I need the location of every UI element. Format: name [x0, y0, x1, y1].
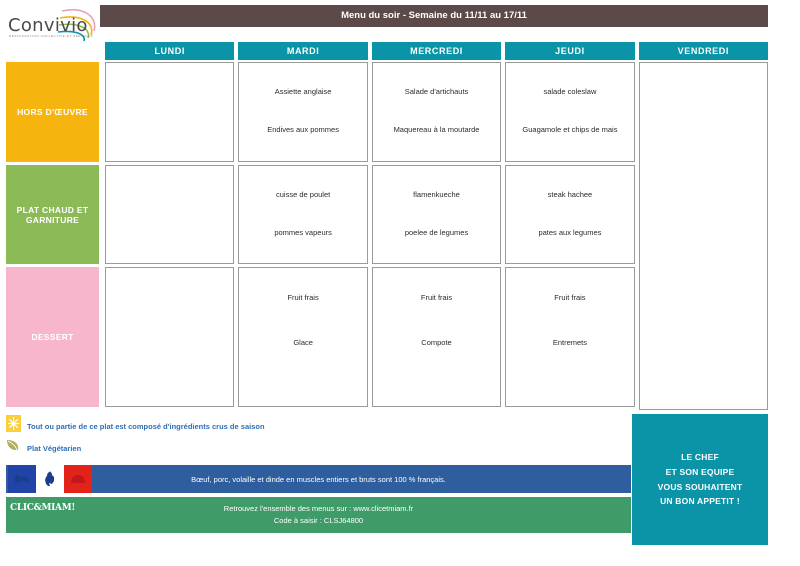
cell-lundi-hors-doeuvre[interactable] — [105, 62, 235, 162]
cell-mercredi-plat-chaud[interactable]: flamenkueche poelee de legumes — [371, 165, 502, 264]
day-column-mercredi: Salade d'artichauts Maquereau à la mouta… — [371, 62, 502, 410]
cell-jeudi-hors-doeuvre[interactable]: salade coleslaw Guagamole et chips de ma… — [505, 62, 635, 162]
sun-burst-icon — [6, 415, 21, 437]
top-strip: Convivio RESTAURATION COLLECTIVE ET SERV… — [0, 0, 800, 42]
day-column-vendredi — [638, 62, 769, 410]
chef-message-box: LE CHEF ET SON EQUIPE VOUS SOUHAITENT UN… — [632, 414, 768, 545]
day-header-mercredi: MERCREDI — [371, 42, 502, 60]
dish-text: pates aux legumes — [538, 228, 602, 237]
dish-text: salade coleslaw — [543, 87, 597, 96]
cell-mercredi-hors-doeuvre[interactable]: Salade d'artichauts Maquereau à la mouta… — [371, 62, 502, 162]
logo-wordmark: Convivio — [8, 15, 88, 36]
cell-lundi-plat-chaud[interactable] — [105, 165, 235, 264]
day-header-vendredi: VENDREDI — [638, 42, 769, 60]
french-origin-text: Bœuf, porc, volaille et dinde en muscles… — [191, 474, 446, 484]
menu-banner-title: Menu du soir - Semaine du 11/11 au 17/11 — [100, 5, 768, 27]
dish-text: pommes vapeurs — [274, 228, 332, 237]
dish-text: poelee de legumes — [404, 228, 469, 237]
convivio-logo: Convivio RESTAURATION COLLECTIVE ET SERV… — [0, 5, 100, 45]
day-column-mardi: Assiette anglaise Endives aux pommes cui… — [238, 62, 368, 410]
cell-mercredi-dessert[interactable]: Fruit frais Compote — [371, 267, 502, 407]
french-origin-bar: Bœuf, porc, volaille et dinde en muscles… — [6, 465, 631, 493]
category-hors-doeuvre: HORS D'ŒUVRE — [6, 62, 99, 162]
dish-text: Salade d'artichauts — [404, 87, 469, 96]
dish-text: flamenkueche — [413, 190, 460, 199]
cell-lundi-dessert[interactable] — [105, 267, 235, 407]
chef-line-2: ET SON EQUIPE — [665, 466, 735, 477]
footer-access-code: Code à saisir : CLSJ64800 — [273, 516, 364, 525]
menu-grid: LUNDI MARDI MERCREDI JEUDI VENDREDI HORS… — [0, 42, 800, 410]
chef-line-1: LE CHEF — [681, 451, 719, 462]
cell-jeudi-dessert[interactable]: Fruit frais Entremets — [505, 267, 635, 407]
dish-text: Fruit frais — [554, 293, 586, 302]
footer-bar: CLIC&MIAM! Retrouvez l'ensemble des menu… — [6, 497, 631, 533]
dish-text: Glace — [293, 338, 313, 347]
dish-text: Fruit frais — [420, 293, 453, 302]
menu-body: HORS D'ŒUVRE PLAT CHAUD ET GARNITURE DES… — [6, 62, 769, 410]
category-plat-chaud: PLAT CHAUD ET GARNITURE — [6, 165, 99, 264]
footer-menus-url: Retrouvez l'ensemble des menus sur : www… — [223, 504, 414, 514]
french-origin-flag-icon — [8, 465, 92, 493]
day-columns: Assiette anglaise Endives aux pommes cui… — [105, 62, 769, 410]
clic-et-miam-logo: CLIC&MIAM! — [10, 503, 76, 513]
dish-text: Compote — [421, 338, 452, 347]
chef-line-3: VOUS SOUHAITENT — [657, 481, 743, 492]
dish-text: Maquereau à la moutarde — [393, 125, 480, 134]
dish-text: Endives aux pommes — [267, 125, 339, 134]
day-column-jeudi: salade coleslaw Guagamole et chips de ma… — [505, 62, 635, 410]
cell-mardi-plat-chaud[interactable]: cuisse de poulet pommes vapeurs — [238, 165, 368, 264]
category-dessert: DESSERT — [6, 267, 99, 407]
day-header-jeudi: JEUDI — [505, 42, 635, 60]
dish-text: Entremets — [552, 338, 588, 347]
pig-icon — [64, 465, 92, 493]
cell-vendredi-merged[interactable] — [638, 62, 769, 410]
dish-text: steak hachee — [547, 190, 593, 199]
leaf-sprout-icon — [6, 437, 21, 459]
dish-text: cuisse de poulet — [276, 190, 331, 199]
legend-label-raw-seasonal: Tout ou partie de ce plat est composé d'… — [27, 421, 265, 431]
dish-text: Guagamole et chips de mais — [522, 125, 618, 134]
chef-line-4: UN BON APPETIT ! — [660, 496, 740, 507]
legend-label-vegetarian: Plat Végétarien — [27, 443, 82, 453]
category-column: HORS D'ŒUVRE PLAT CHAUD ET GARNITURE DES… — [6, 62, 99, 410]
logo-tagline: RESTAURATION COLLECTIVE ET SERVICES — [9, 34, 94, 38]
day-header-mardi: MARDI — [238, 42, 368, 60]
dish-text: Assiette anglaise — [274, 87, 332, 96]
rooster-icon — [36, 465, 64, 493]
dish-text: Fruit frais — [287, 293, 319, 302]
day-header-lundi: LUNDI — [105, 42, 235, 60]
cell-mardi-dessert[interactable]: Fruit frais Glace — [238, 267, 368, 407]
cell-jeudi-plat-chaud[interactable]: steak hachee pates aux legumes — [505, 165, 635, 264]
cell-mardi-hors-doeuvre[interactable]: Assiette anglaise Endives aux pommes — [238, 62, 368, 162]
day-column-lundi — [105, 62, 235, 410]
cow-icon — [8, 465, 36, 493]
day-header-row: LUNDI MARDI MERCREDI JEUDI VENDREDI — [105, 42, 769, 60]
